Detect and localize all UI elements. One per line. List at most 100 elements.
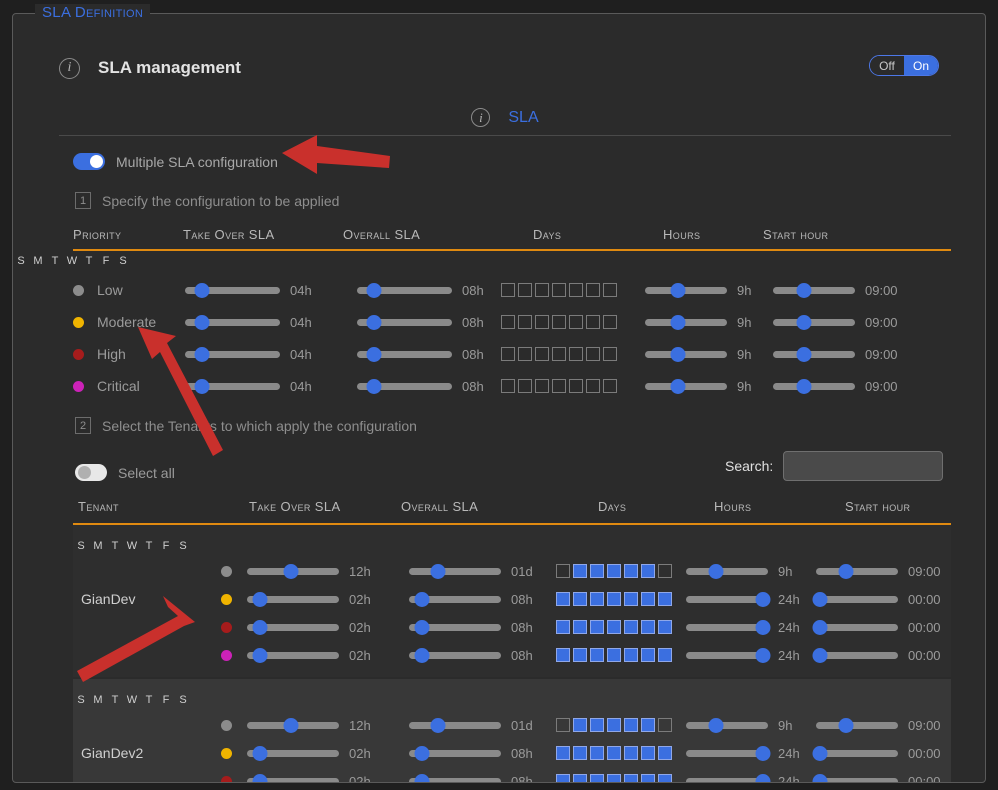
tenant-checkbox-day-5[interactable] xyxy=(641,620,655,634)
tenant-checkbox-day-3[interactable] xyxy=(607,620,621,634)
priority-checkbox-day-4[interactable] xyxy=(569,283,583,297)
priority-checkbox-day-3[interactable] xyxy=(552,347,566,361)
priority-hours-slider-track[interactable] xyxy=(645,378,727,394)
priority-overall-slider[interactable] xyxy=(357,274,452,306)
tenant-takeover-slider-track[interactable] xyxy=(247,717,339,733)
tenant-checkbox-day-4[interactable] xyxy=(624,774,638,782)
slider-thumb[interactable] xyxy=(252,648,268,663)
tenant-hours-slider[interactable] xyxy=(686,739,771,767)
priority-start-slider-track[interactable] xyxy=(773,346,855,362)
tenant-checkbox-day-0[interactable] xyxy=(556,592,570,606)
tenant-hours-slider-track[interactable] xyxy=(686,563,768,579)
tenant-checkbox-day-6[interactable] xyxy=(658,648,672,662)
slider-thumb[interactable] xyxy=(366,347,382,362)
priority-checkbox-day-2[interactable] xyxy=(535,379,549,393)
tenant-checkbox-day-0[interactable] xyxy=(556,774,570,782)
priority-overall-slider[interactable] xyxy=(357,370,452,402)
tenant-checkbox-day-0[interactable] xyxy=(556,746,570,760)
priority-overall-slider-track[interactable] xyxy=(357,346,452,362)
tenant-overall-slider-track[interactable] xyxy=(409,717,501,733)
tenant-checkbox-day-5[interactable] xyxy=(641,564,655,578)
tenant-days[interactable] xyxy=(556,564,675,578)
multiple-sla-configuration-row[interactable]: Multiple SLA configuration xyxy=(73,153,278,170)
tenant-takeover-slider[interactable] xyxy=(247,767,339,782)
tenant-checkbox-day-5[interactable] xyxy=(641,718,655,732)
priority-start-slider[interactable] xyxy=(773,370,855,402)
priority-hours-slider-track[interactable] xyxy=(645,282,727,298)
slider-thumb[interactable] xyxy=(366,379,382,394)
priority-checkbox-day-0[interactable] xyxy=(501,315,515,329)
slider-thumb[interactable] xyxy=(708,718,724,733)
toggle-on-label[interactable]: On xyxy=(904,56,938,75)
slider-thumb[interactable] xyxy=(796,379,812,394)
priority-checkbox-day-6[interactable] xyxy=(603,283,617,297)
tenant-checkbox-day-5[interactable] xyxy=(641,746,655,760)
priority-overall-slider-track[interactable] xyxy=(357,282,452,298)
priority-start-slider[interactable] xyxy=(773,306,855,338)
tenant-checkbox-day-4[interactable] xyxy=(624,620,638,634)
priority-overall-slider[interactable] xyxy=(357,306,452,338)
tenant-overall-slider-track[interactable] xyxy=(409,591,501,607)
tenant-checkbox-day-6[interactable] xyxy=(658,592,672,606)
priority-hours-slider-track[interactable] xyxy=(645,346,727,362)
tenant-takeover-slider-track[interactable] xyxy=(247,591,339,607)
priority-checkbox-day-2[interactable] xyxy=(535,315,549,329)
slider-thumb[interactable] xyxy=(414,746,430,761)
tenant-start-slider[interactable] xyxy=(816,711,898,739)
tenant-checkbox-day-3[interactable] xyxy=(607,746,621,760)
priority-start-slider-track[interactable] xyxy=(773,314,855,330)
tenant-hours-slider[interactable] xyxy=(686,767,771,782)
tenant-takeover-slider-track[interactable] xyxy=(247,745,339,761)
multiple-sla-toggle[interactable] xyxy=(73,153,105,170)
priority-checkbox-day-5[interactable] xyxy=(586,283,600,297)
priority-days[interactable] xyxy=(501,315,620,329)
tenant-checkbox-day-3[interactable] xyxy=(607,564,621,578)
tenant-checkbox-day-2[interactable] xyxy=(590,718,604,732)
slider-thumb[interactable] xyxy=(414,592,430,607)
tenant-overall-slider[interactable] xyxy=(409,557,501,585)
priority-takeover-slider[interactable] xyxy=(185,274,280,306)
tenant-checkbox-day-3[interactable] xyxy=(607,718,621,732)
tenant-checkbox-day-0[interactable] xyxy=(556,718,570,732)
tenant-hours-slider[interactable] xyxy=(686,613,771,641)
priority-checkbox-day-0[interactable] xyxy=(501,347,515,361)
tenant-takeover-slider[interactable] xyxy=(247,739,339,767)
priority-days[interactable] xyxy=(501,283,620,297)
slider-thumb[interactable] xyxy=(812,592,828,607)
tenant-days[interactable] xyxy=(556,718,675,732)
slider-thumb[interactable] xyxy=(838,718,854,733)
slider-thumb[interactable] xyxy=(252,746,268,761)
tenant-takeover-slider[interactable] xyxy=(247,557,339,585)
priority-checkbox-day-0[interactable] xyxy=(501,283,515,297)
tenant-checkbox-day-0[interactable] xyxy=(556,648,570,662)
slider-thumb[interactable] xyxy=(796,347,812,362)
info-icon[interactable]: i xyxy=(59,57,80,79)
slider-thumb[interactable] xyxy=(252,592,268,607)
sla-enable-toggle[interactable]: Off On xyxy=(869,55,939,76)
tenant-checkbox-day-2[interactable] xyxy=(590,648,604,662)
slider-thumb[interactable] xyxy=(755,620,771,635)
priority-takeover-slider-track[interactable] xyxy=(185,346,280,362)
tenant-checkbox-day-6[interactable] xyxy=(658,774,672,782)
slider-thumb[interactable] xyxy=(194,283,210,298)
tenant-start-slider[interactable] xyxy=(812,613,898,641)
search-input[interactable] xyxy=(783,451,944,481)
tenant-start-slider[interactable] xyxy=(812,585,898,613)
tenant-start-slider-track[interactable] xyxy=(812,647,898,663)
tenant-overall-slider[interactable] xyxy=(409,585,501,613)
tenant-start-slider-track[interactable] xyxy=(816,717,898,733)
priority-hours-slider[interactable] xyxy=(645,274,727,306)
priority-checkbox-day-1[interactable] xyxy=(518,347,532,361)
tenant-takeover-slider-track[interactable] xyxy=(247,647,339,663)
tenant-checkbox-day-4[interactable] xyxy=(624,592,638,606)
tenant-checkbox-day-0[interactable] xyxy=(556,564,570,578)
tenant-overall-slider-track[interactable] xyxy=(409,619,501,635)
slider-thumb[interactable] xyxy=(670,347,686,362)
select-all-toggle[interactable] xyxy=(75,464,107,481)
tenant-hours-slider[interactable] xyxy=(686,585,771,613)
tenant-start-slider[interactable] xyxy=(812,767,898,782)
priority-hours-slider-track[interactable] xyxy=(645,314,727,330)
priority-takeover-slider-track[interactable] xyxy=(185,378,280,394)
priority-checkbox-day-4[interactable] xyxy=(569,379,583,393)
tenant-overall-slider-track[interactable] xyxy=(409,745,501,761)
